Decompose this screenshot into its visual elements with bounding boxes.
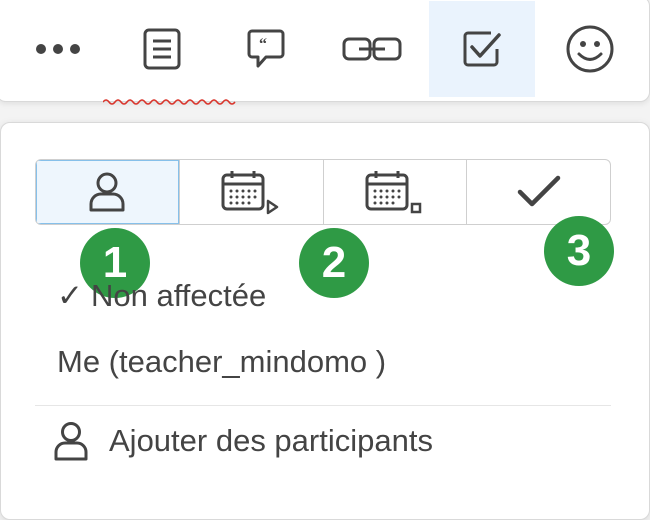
complete-tab[interactable] (467, 160, 610, 224)
smiley-icon (566, 25, 614, 73)
calendar-start-icon (221, 171, 279, 215)
checkmark-icon (517, 175, 560, 207)
notes-button[interactable] (109, 1, 215, 97)
note-icon (143, 28, 181, 70)
toolbar: “ (0, 0, 650, 102)
person-icon (89, 172, 125, 212)
emoji-button[interactable] (537, 1, 643, 97)
add-participants-label: Ajouter des participants (109, 423, 433, 458)
more-dots-icon (36, 44, 80, 54)
checkbox-icon (463, 31, 501, 67)
task-tabs (35, 159, 611, 225)
add-participants-button[interactable]: Ajouter des participants (53, 421, 433, 461)
divider (35, 405, 611, 406)
selected-check-icon: ✓ (57, 278, 83, 313)
link-button[interactable] (319, 1, 425, 97)
comment-quote-icon: “ (247, 29, 285, 68)
link-icon (342, 37, 402, 61)
assignee-tab[interactable] (36, 160, 180, 224)
due-date-tab[interactable] (324, 160, 468, 224)
calendar-end-icon (365, 171, 422, 214)
svg-text:“: “ (259, 36, 267, 53)
option-me-label: Me (teacher_mindomo ) (57, 344, 387, 379)
spellcheck-underline (103, 99, 236, 105)
option-unassigned[interactable]: ✓ Non affectée (57, 278, 266, 314)
option-unassigned-label: Non affectée (90, 278, 267, 313)
callout-badge-2: 2 (299, 228, 369, 298)
comment-button[interactable]: “ (213, 1, 319, 97)
callout-badge-3: 3 (544, 216, 614, 286)
more-button[interactable] (5, 1, 111, 97)
start-date-tab[interactable] (180, 160, 324, 224)
option-me[interactable]: Me (teacher_mindomo ) (57, 344, 386, 380)
task-panel: 1 2 3 ✓ Non affectée Me (teacher_mindomo … (0, 122, 650, 520)
task-button[interactable] (429, 1, 535, 97)
person-add-icon (54, 422, 88, 461)
